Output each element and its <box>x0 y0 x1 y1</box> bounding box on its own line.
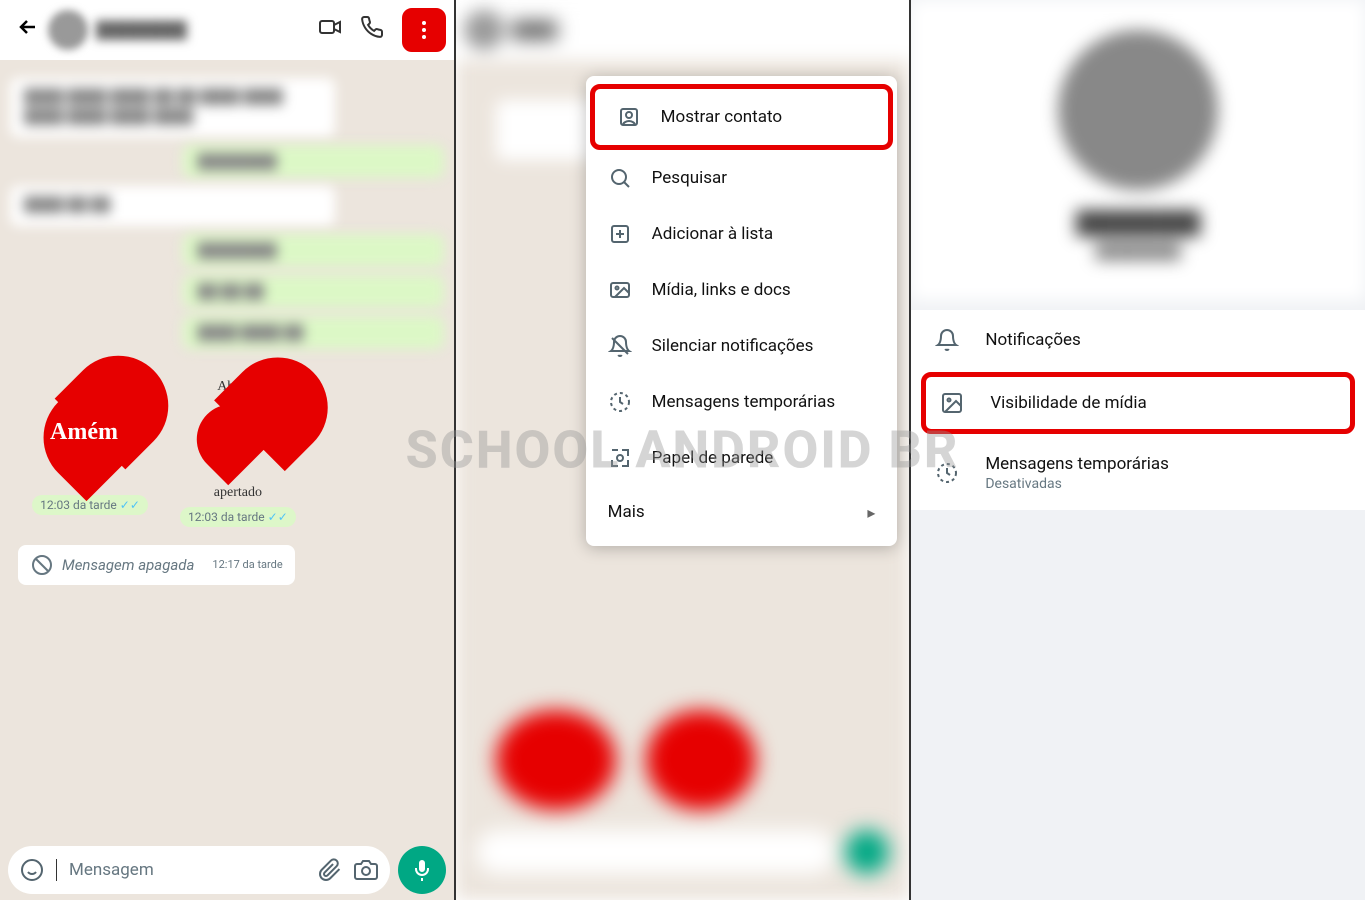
more-options-button[interactable] <box>402 8 446 52</box>
attach-icon[interactable] <box>318 858 342 882</box>
menu-label: Mensagens temporárias <box>652 392 836 412</box>
sticker-abraco[interactable]: Abraço apertado 12:03 da tarde ✓✓ <box>180 379 296 527</box>
setting-label: Mensagens temporárias <box>985 454 1341 474</box>
menu-label: Papel de parede <box>652 448 774 468</box>
setting-media-visibility[interactable]: Visibilidade de mídia <box>921 372 1355 434</box>
setting-sublabel: Desativadas <box>985 476 1341 492</box>
menu-panel: ████ Mostrar contato Pesquisar Adicionar… <box>456 0 912 900</box>
message-time: 12:03 da tarde ✓✓ <box>32 495 148 515</box>
contact-name-blurred[interactable]: ████████ <box>96 20 318 40</box>
sticker-text-bottom: apertado <box>180 485 296 501</box>
menu-label: Mídia, links e docs <box>652 280 791 300</box>
contact-info-panel: ████████ ████████ Notificações Visibilid… <box>911 0 1365 900</box>
message-input[interactable]: Mensagem <box>8 846 390 894</box>
menu-mute[interactable]: Silenciar notificações <box>586 318 898 374</box>
timer-icon <box>935 461 959 485</box>
input-placeholder: Mensagem <box>69 860 306 880</box>
contact-large-avatar[interactable] <box>1058 30 1218 190</box>
menu-wallpaper[interactable]: Papel de parede <box>586 430 898 486</box>
menu-temp-messages[interactable]: Mensagens temporárias <box>586 374 898 430</box>
chat-header: ████████ <box>0 0 454 60</box>
setting-temp-messages[interactable]: Mensagens temporárias Desativadas <box>911 436 1365 510</box>
setting-notifications[interactable]: Notificações <box>911 310 1365 370</box>
menu-media[interactable]: Mídia, links e docs <box>586 262 898 318</box>
chevron-right-icon: ▸ <box>867 503 875 522</box>
camera-icon[interactable] <box>354 858 378 882</box>
chat-messages: ████ ████ ████ ██ ██ ████ ████ ████ ████… <box>0 60 454 840</box>
back-arrow-icon[interactable] <box>8 7 48 53</box>
contact-header-blurred: ████████ ████████ <box>911 0 1365 300</box>
voice-call-icon[interactable] <box>360 15 384 45</box>
wallpaper-icon <box>608 446 632 470</box>
menu-label: Adicionar à lista <box>652 224 773 244</box>
deleted-time: 12:17 da tarde <box>212 558 282 571</box>
emoji-icon[interactable] <box>20 858 44 882</box>
menu-add-list[interactable]: Adicionar à lista <box>586 206 898 262</box>
menu-show-contact[interactable]: Mostrar contato <box>590 84 894 150</box>
menu-label: Mais <box>608 502 645 522</box>
menu-label: Pesquisar <box>652 168 727 188</box>
setting-label: Visibilidade de mídia <box>990 393 1336 413</box>
menu-label: Silenciar notificações <box>652 336 814 356</box>
deleted-text: Mensagem apagada <box>62 556 194 574</box>
sticker-amem[interactable]: Amém 12:03 da tarde ✓✓ <box>20 379 160 527</box>
setting-label: Notificações <box>985 330 1341 350</box>
add-list-icon <box>608 222 632 246</box>
sticker-text: Amém <box>50 419 118 446</box>
chat-input-bar: Mensagem <box>0 840 454 900</box>
stickers-row: Amém 12:03 da tarde ✓✓ Abraço apertado 1… <box>10 369 444 537</box>
search-icon <box>608 166 632 190</box>
menu-label: Mostrar contato <box>661 107 782 127</box>
contact-icon <box>617 105 641 129</box>
bell-icon <box>935 328 959 352</box>
video-call-icon[interactable] <box>318 15 342 45</box>
contact-avatar[interactable] <box>48 10 88 50</box>
timer-icon <box>608 390 632 414</box>
options-dropdown: Mostrar contato Pesquisar Adicionar à li… <box>586 76 898 546</box>
deleted-message: Mensagem apagada 12:17 da tarde <box>18 545 295 585</box>
media-icon <box>608 278 632 302</box>
mic-button[interactable] <box>398 846 446 894</box>
chat-panel: ████████ ████ ████ ████ ██ ██ ████ ████ … <box>0 0 456 900</box>
message-time: 12:03 da tarde ✓✓ <box>180 507 296 527</box>
image-icon <box>940 391 964 415</box>
menu-more[interactable]: Mais ▸ <box>586 486 898 538</box>
contact-settings-list: Notificações Visibilidade de mídia Mensa… <box>911 310 1365 510</box>
prohibited-icon <box>30 553 54 577</box>
mute-icon <box>608 334 632 358</box>
menu-search[interactable]: Pesquisar <box>586 150 898 206</box>
